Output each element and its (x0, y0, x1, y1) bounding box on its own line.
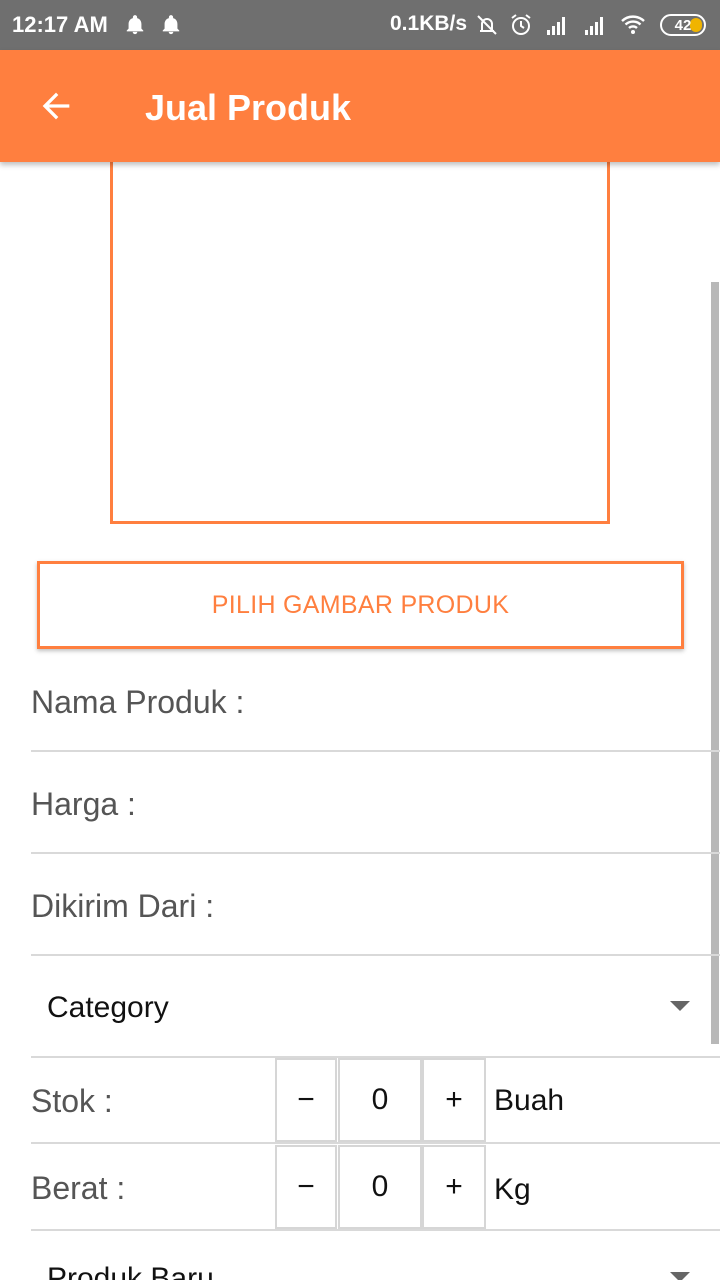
stock-increment-button[interactable]: + (422, 1058, 486, 1142)
dropdown-arrow-icon (670, 1001, 690, 1011)
signal-icon (547, 17, 565, 35)
condition-selected-value: Produk Baru (47, 1262, 214, 1280)
category-select[interactable]: Category (31, 956, 720, 1058)
stock-row: Stok : − 0 + Buah (31, 1057, 720, 1144)
weight-quantity-value[interactable]: 0 (338, 1145, 422, 1229)
product-name-label: Nama Produk : (31, 684, 245, 720)
weight-decrement-button[interactable]: − (275, 1145, 337, 1229)
app-bar: Jual Produk (0, 50, 720, 162)
price-label: Harga : (31, 786, 136, 822)
origin-field[interactable]: Dikirim Dari : (31, 854, 720, 956)
signal-icon (585, 17, 603, 35)
product-image-preview (110, 140, 610, 524)
back-button[interactable] (30, 80, 82, 132)
network-speed: 0.1KB/s (390, 12, 468, 35)
category-selected-value: Category (47, 991, 169, 1024)
price-field[interactable]: Harga : (31, 752, 720, 854)
alarm-off-icon (477, 15, 497, 35)
stock-unit: Buah (494, 1084, 565, 1117)
stock-quantity-value[interactable]: 0 (338, 1058, 422, 1142)
alarm-clock-icon (511, 14, 531, 35)
weight-label: Berat : (31, 1170, 126, 1206)
status-time: 12:17 AM (12, 12, 108, 37)
battery-level: 42 (674, 16, 692, 34)
product-name-field[interactable]: Nama Produk : (31, 650, 720, 752)
origin-label: Dikirim Dari : (31, 888, 215, 924)
battery-icon: 42 (660, 14, 706, 36)
condition-select[interactable]: Produk Baru (31, 1232, 720, 1280)
page-title: Jual Produk (145, 87, 352, 128)
arrow-left-icon (42, 92, 70, 120)
bell-icon (162, 15, 180, 35)
bell-icon (126, 15, 144, 35)
wifi-icon (621, 15, 645, 34)
stock-label: Stok : (31, 1083, 113, 1119)
weight-row: Berat : − 0 + Kg (31, 1144, 720, 1231)
weight-unit: Kg (494, 1173, 531, 1206)
stock-decrement-button[interactable]: − (275, 1058, 337, 1142)
status-bar: 12:17 AM 0.1KB/s 42 (0, 0, 720, 50)
dropdown-arrow-icon (670, 1272, 690, 1280)
pick-image-button[interactable]: PILIH GAMBAR PRODUK (37, 561, 684, 649)
weight-increment-button[interactable]: + (422, 1145, 486, 1229)
